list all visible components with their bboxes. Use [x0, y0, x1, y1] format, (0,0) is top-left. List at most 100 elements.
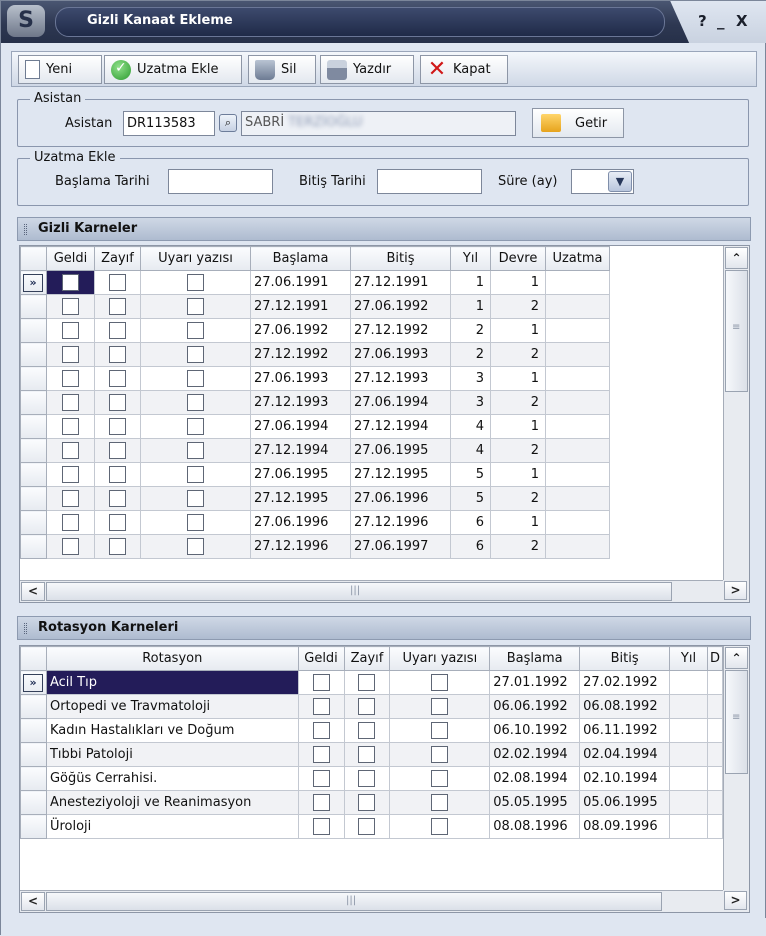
geldi-cell[interactable]	[297, 670, 345, 695]
col-header-bitis[interactable]: Bitiş	[579, 646, 671, 671]
zayif-checkbox[interactable]	[109, 322, 126, 339]
rotasyon-vscroll[interactable]: ⌃ ≡	[723, 646, 749, 890]
uyari-checkbox[interactable]	[187, 442, 204, 459]
uyari-checkbox[interactable]	[187, 370, 204, 387]
uyari-checkbox[interactable]	[431, 818, 449, 835]
gizli-karne-row[interactable]: 27.12.1995 27.06.1996 5 2	[20, 486, 610, 511]
start-date-input[interactable]	[168, 169, 273, 194]
zayif-checkbox[interactable]	[109, 538, 126, 555]
zayif-cell[interactable]	[343, 694, 391, 719]
zayif-cell[interactable]	[94, 510, 141, 535]
geldi-cell[interactable]	[46, 366, 95, 391]
scroll-right-button[interactable]: >	[724, 891, 747, 910]
asistan-code-input[interactable]	[123, 111, 215, 136]
zayif-cell[interactable]	[94, 486, 141, 511]
gizli-karne-row[interactable]: 27.06.1993 27.12.1993 3 1	[20, 366, 610, 391]
uyari-cell[interactable]	[140, 462, 251, 487]
zayif-checkbox[interactable]	[109, 394, 126, 411]
col-header-geldi[interactable]: Geldi	[46, 246, 95, 271]
geldi-checkbox[interactable]	[312, 746, 330, 763]
uyari-checkbox[interactable]	[187, 346, 204, 363]
geldi-cell[interactable]	[46, 270, 95, 295]
col-header-yil[interactable]: Yıl	[450, 246, 491, 271]
geldi-checkbox[interactable]	[62, 322, 79, 339]
row-selector[interactable]	[20, 294, 47, 319]
uyari-cell[interactable]	[140, 294, 251, 319]
uyari-cell[interactable]	[389, 718, 491, 743]
geldi-checkbox[interactable]	[62, 418, 79, 435]
row-selector[interactable]	[20, 790, 47, 815]
uyari-cell[interactable]	[140, 342, 251, 367]
chevron-down-icon[interactable]: ▼	[608, 171, 632, 192]
geldi-cell[interactable]	[46, 534, 95, 559]
zayif-checkbox[interactable]	[358, 818, 376, 835]
uyari-cell[interactable]	[140, 414, 251, 439]
gizli-karneler-vscroll[interactable]: ⌃ ≡	[723, 246, 749, 580]
rotasyon-row[interactable]: Göğüs Cerrahisi. 02.08.1994 02.10.1994	[20, 766, 724, 791]
zayif-cell[interactable]	[94, 462, 141, 487]
zayif-cell[interactable]	[94, 294, 141, 319]
zayif-checkbox[interactable]	[109, 466, 126, 483]
duration-select[interactable]: ▼	[571, 169, 634, 194]
gizli-karne-row[interactable]: 27.12.1996 27.06.1997 6 2	[20, 534, 610, 559]
geldi-checkbox[interactable]	[62, 346, 79, 363]
row-selector[interactable]: »	[20, 670, 47, 695]
zayif-checkbox[interactable]	[358, 722, 376, 739]
zayif-checkbox[interactable]	[109, 346, 126, 363]
scroll-right-button[interactable]: >	[724, 581, 747, 600]
uyari-cell[interactable]	[389, 694, 491, 719]
row-selector[interactable]	[20, 462, 47, 487]
uyari-checkbox[interactable]	[187, 274, 204, 291]
zayif-cell[interactable]	[343, 814, 391, 839]
col-header-rotasyon[interactable]: Rotasyon	[45, 646, 299, 671]
uyari-cell[interactable]	[140, 270, 251, 295]
geldi-checkbox[interactable]	[312, 818, 330, 835]
uyari-cell[interactable]	[140, 366, 251, 391]
geldi-cell[interactable]	[46, 510, 95, 535]
zayif-cell[interactable]	[94, 438, 141, 463]
zayif-checkbox[interactable]	[358, 698, 376, 715]
zayif-cell[interactable]	[94, 270, 141, 295]
minimize-button[interactable]: _	[717, 12, 725, 30]
geldi-checkbox[interactable]	[62, 514, 79, 531]
zayif-cell[interactable]	[94, 318, 141, 343]
close-window-button[interactable]: X	[736, 12, 748, 30]
geldi-checkbox[interactable]	[312, 674, 330, 691]
uyari-checkbox[interactable]	[187, 466, 204, 483]
uyari-cell[interactable]	[140, 510, 251, 535]
scroll-up-button[interactable]: ⌃	[725, 247, 748, 269]
uyari-checkbox[interactable]	[187, 538, 204, 555]
geldi-cell[interactable]	[297, 790, 345, 815]
zayif-checkbox[interactable]	[109, 514, 126, 531]
row-selector[interactable]	[20, 390, 47, 415]
row-selector[interactable]	[20, 718, 47, 743]
gizli-karne-row[interactable]: 27.06.1996 27.12.1996 6 1	[20, 510, 610, 535]
uyari-checkbox[interactable]	[431, 794, 449, 811]
zayif-cell[interactable]	[343, 670, 391, 695]
zayif-cell[interactable]	[343, 742, 391, 767]
delete-button[interactable]: Sil	[248, 55, 316, 84]
new-button[interactable]: Yeni	[18, 55, 102, 84]
col-header-yil[interactable]: Yıl	[669, 646, 708, 671]
uyari-cell[interactable]	[140, 438, 251, 463]
rotasyon-row[interactable]: Tıbbi Patoloji 02.02.1994 02.04.1994	[20, 742, 724, 767]
uyari-cell[interactable]	[140, 486, 251, 511]
row-selector[interactable]	[20, 766, 47, 791]
uyari-cell[interactable]	[389, 814, 491, 839]
geldi-cell[interactable]	[46, 414, 95, 439]
uyari-checkbox[interactable]	[431, 770, 449, 787]
uyari-cell[interactable]	[389, 742, 491, 767]
geldi-cell[interactable]	[46, 294, 95, 319]
gizli-karne-row[interactable]: 27.06.1994 27.12.1994 4 1	[20, 414, 610, 439]
rotasyon-row[interactable]: Kadın Hastalıkları ve Doğum 06.10.1992 06.…	[20, 718, 724, 743]
col-header-zayif[interactable]: Zayıf	[94, 246, 141, 271]
uyari-cell[interactable]	[140, 318, 251, 343]
geldi-checkbox[interactable]	[312, 770, 330, 787]
gizli-karne-row[interactable]: 27.06.1992 27.12.1992 2 1	[20, 318, 610, 343]
uyari-checkbox[interactable]	[431, 722, 449, 739]
zayif-checkbox[interactable]	[109, 370, 126, 387]
geldi-checkbox[interactable]	[62, 274, 79, 291]
uyari-checkbox[interactable]	[187, 298, 204, 315]
print-button[interactable]: Yazdır	[320, 55, 414, 84]
uyari-checkbox[interactable]	[431, 698, 449, 715]
